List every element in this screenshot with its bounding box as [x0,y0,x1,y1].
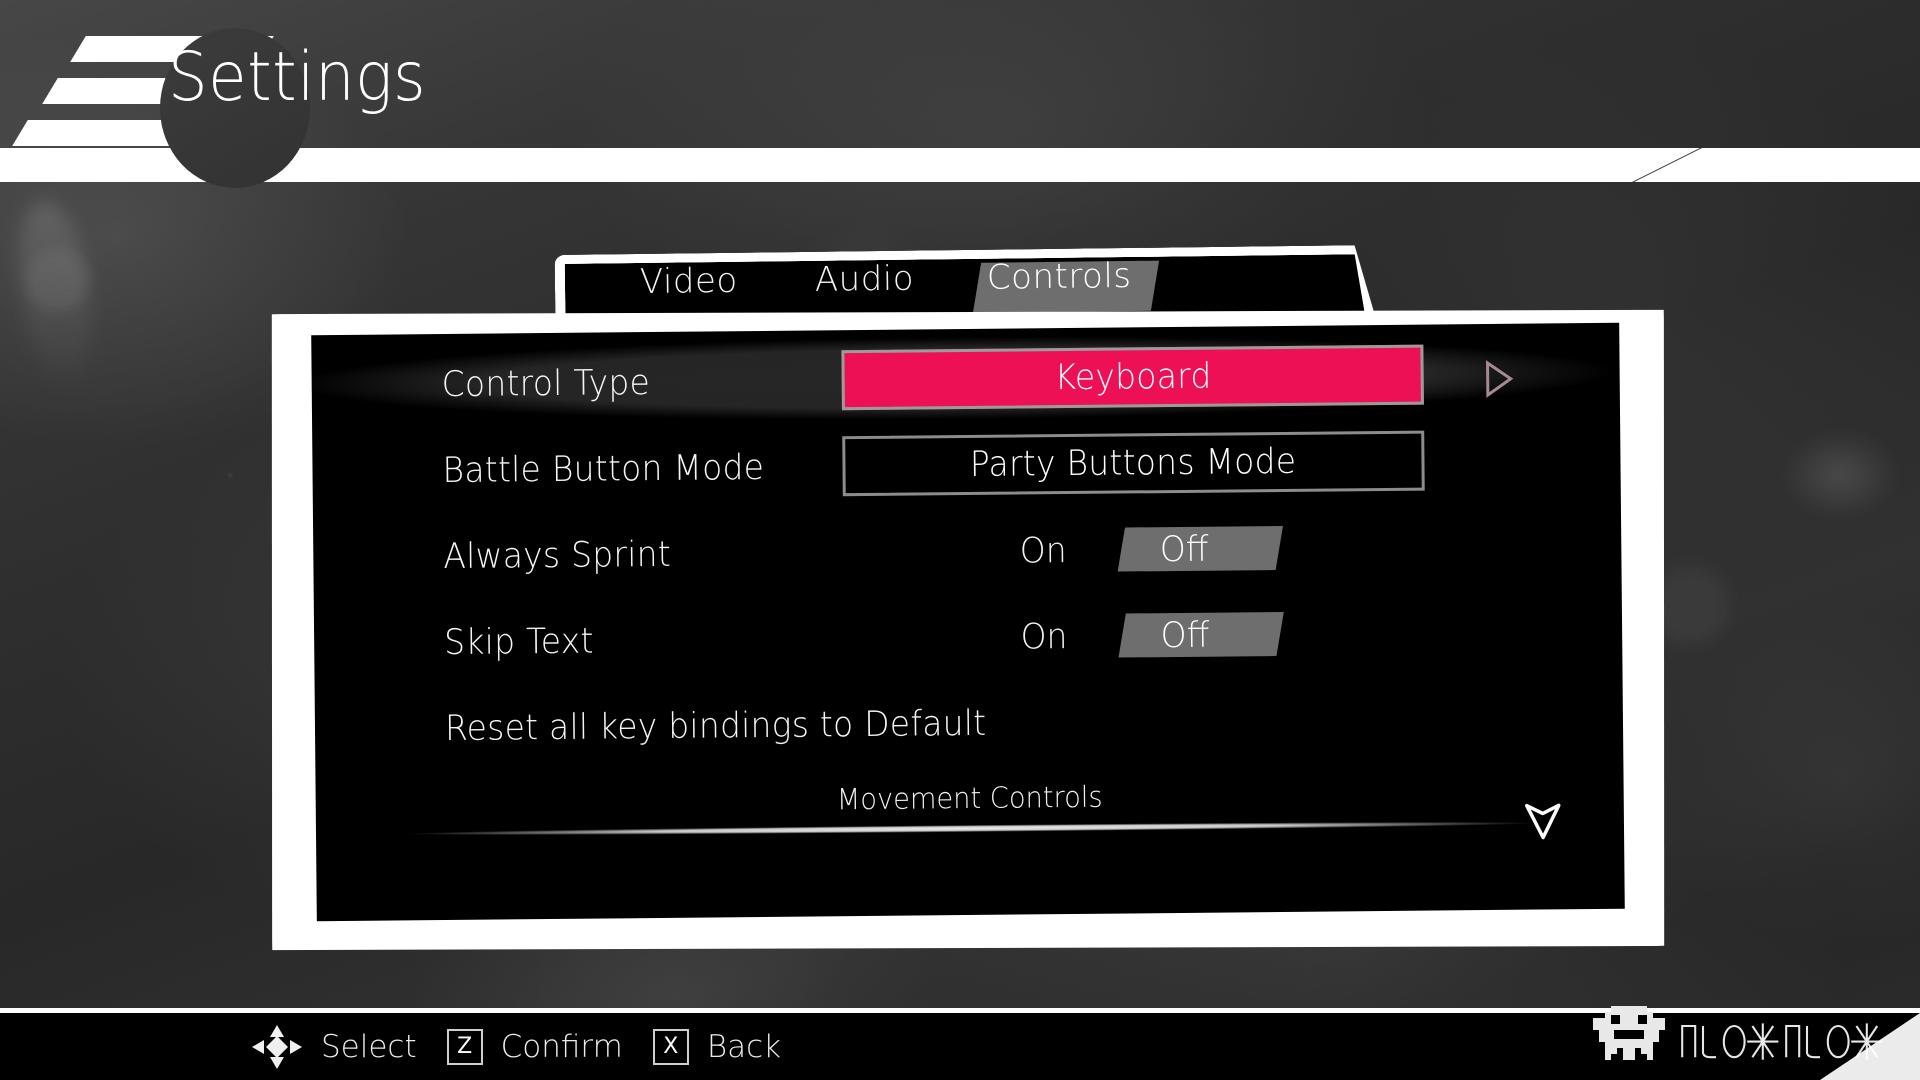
background-smudge-right [1780,430,1900,520]
studio-brand-mark [1593,1006,1898,1072]
control-type-value: Keyboard [1054,356,1212,399]
setting-row-always-sprint[interactable]: Always Sprint On Off [313,507,1622,598]
hint-confirm-label: Confirm [500,1028,623,1065]
battle-button-mode-value-box[interactable]: Party Buttons Mode [842,430,1425,497]
setting-label: Always Sprint [443,534,672,578]
tab-controls[interactable]: Controls [987,256,1132,298]
section-header-movement-controls: Movement Controls [836,779,1103,817]
tab-video[interactable]: Video [640,261,738,302]
battle-button-mode-value: Party Buttons Mode [970,441,1297,485]
setting-row-control-type[interactable]: Control Type Keyboard [311,330,1621,426]
hint-back: X Back [652,1028,782,1065]
key-z-icon: Z [446,1028,483,1065]
page-title: Settings [168,38,427,117]
setting-label: Control Type [441,363,651,406]
hint-select-label: Select [321,1028,417,1065]
section-divider [403,819,1539,838]
always-sprint-on-option[interactable]: On [1020,531,1067,571]
cycle-right-arrow-icon[interactable] [1460,360,1514,398]
setting-label: Reset all key bindings to Default [444,703,987,750]
control-type-value-box[interactable]: Keyboard [841,344,1424,411]
hint-select: Select [250,1023,417,1071]
key-x-icon: X [652,1028,689,1065]
brand-wordmark [1681,1023,1883,1060]
hint-confirm: Z Confirm [446,1028,623,1065]
settings-panel: Control Type Keyboard Battle Button Mode… [268,305,1668,955]
setting-label: Battle Button Mode [442,447,765,492]
settings-list: Control Type Keyboard Battle Button Mode… [311,323,1625,922]
setting-row-battle-button-mode[interactable]: Battle Button Mode Party Buttons Mode [312,421,1621,512]
dpad-icon [250,1023,304,1071]
setting-label: Skip Text [443,621,594,664]
skip-text-off-option[interactable]: Off [1161,616,1210,656]
skip-text-on-option[interactable]: On [1020,617,1067,657]
hint-back-label: Back [706,1028,782,1065]
page-header: Settings [0,0,1920,188]
chevron-down-icon[interactable] [1521,791,1566,846]
tab-audio[interactable]: Audio [815,259,915,300]
pixel-robot-mascot-icon [1593,1006,1665,1060]
setting-row-reset-key-bindings[interactable]: Reset all key bindings to Default [315,679,1624,770]
setting-row-skip-text[interactable]: Skip Text On Off [314,593,1623,684]
always-sprint-off-option[interactable]: Off [1160,530,1209,570]
